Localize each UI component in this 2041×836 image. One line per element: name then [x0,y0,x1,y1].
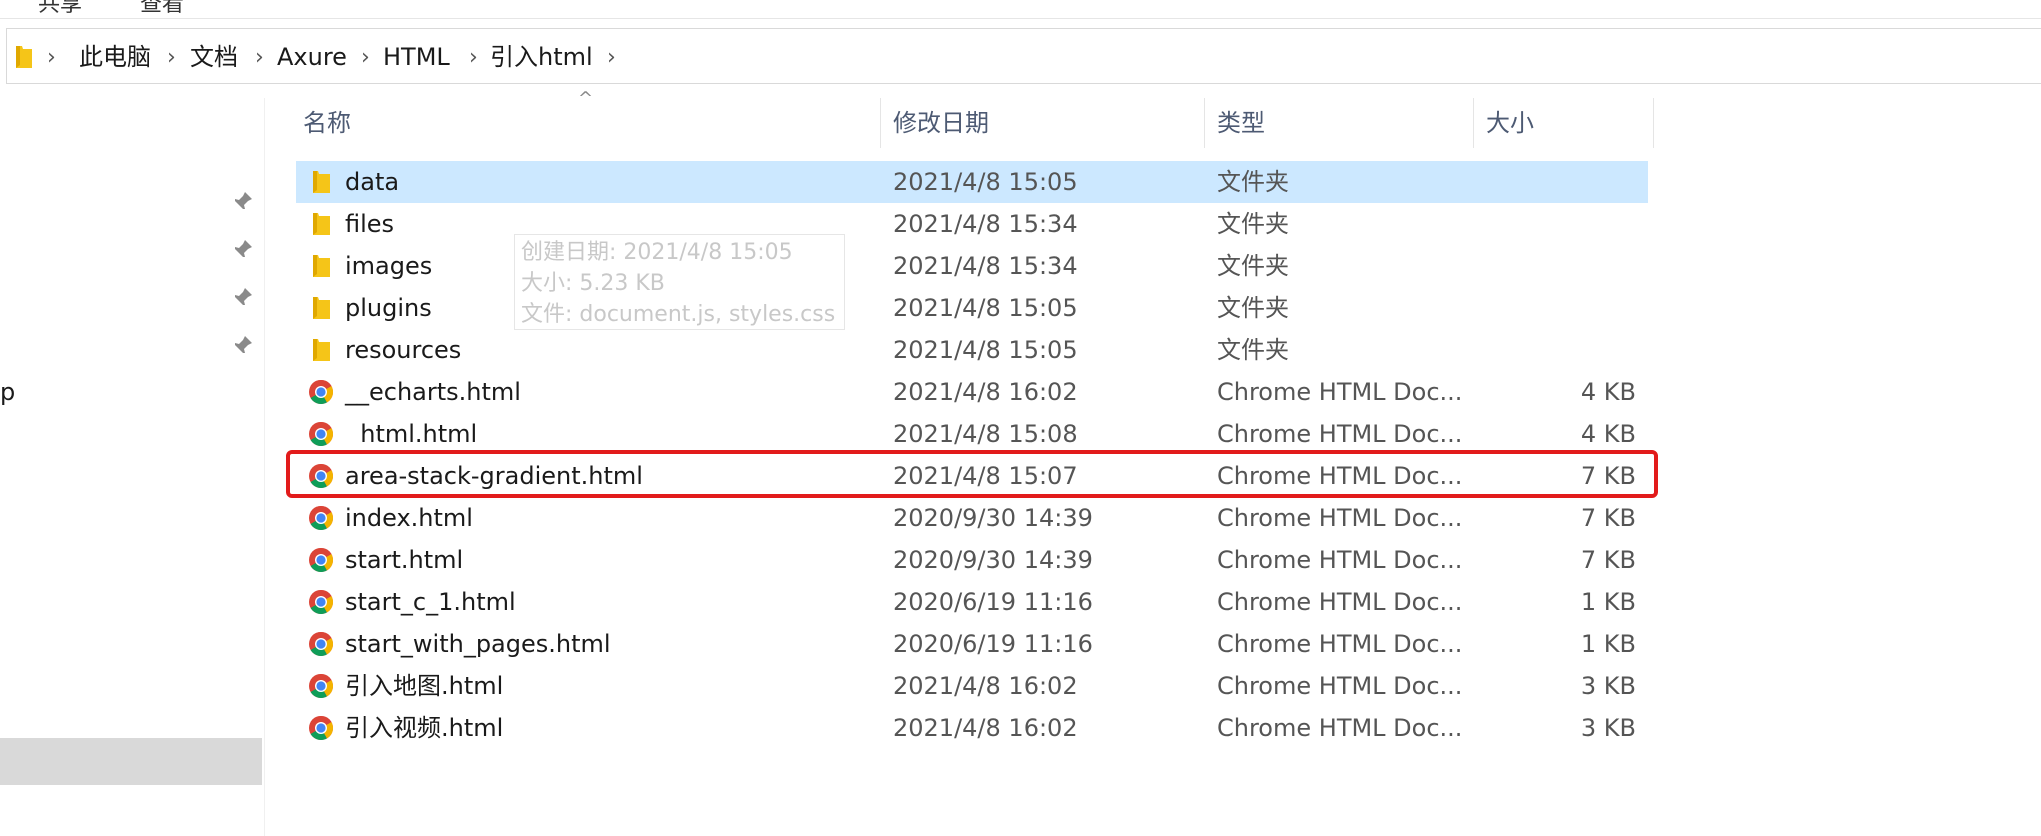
file-row[interactable]: images 2021/4/8 15:34 文件夹 [296,245,1648,287]
file-row[interactable]: start_with_pages.html 2020/6/19 11:16 Chro… [296,623,1648,665]
chrome-icon [308,463,334,489]
file-size: 7 KB [1580,546,1636,574]
file-modified-date: 2021/4/8 15:34 [893,210,1078,238]
file-modified-date: 2021/4/8 15:08 [893,420,1078,448]
file-modified-date: 2021/4/8 15:05 [893,336,1078,364]
file-type: 文件夹 [1217,168,1289,196]
file-row[interactable]: 引入视频.html 2021/4/8 16:02 Chrome HTML Doc..… [296,707,1648,749]
file-size: 4 KB [1580,420,1636,448]
file-name: plugins [345,294,432,322]
file-row[interactable]: start.html 2020/9/30 14:39 Chrome HTML Doc… [296,539,1648,581]
chrome-icon [308,547,334,573]
file-modified-date: 2021/4/8 15:05 [893,168,1078,196]
file-name: area-stack-gradient.html [345,462,643,490]
folder-icon [308,169,334,195]
file-type: Chrome HTML Doc... [1217,504,1463,532]
file-size: 3 KB [1580,714,1636,742]
file-row[interactable]: start_c_1.html 2020/6/19 11:16 Chrome HTML… [296,581,1648,623]
folder-icon [308,211,334,237]
file-modified-date: 2021/4/8 15:34 [893,252,1078,280]
file-name: 引入地图.html [345,672,504,700]
file-name: files [345,210,395,238]
file-type: Chrome HTML Doc... [1217,672,1463,700]
file-size: 7 KB [1580,462,1636,490]
file-type: Chrome HTML Doc... [1217,420,1463,448]
file-type: Chrome HTML Doc... [1217,714,1463,742]
file-row[interactable]: files 2021/4/8 15:34 文件夹 [296,203,1648,245]
file-type: 文件夹 [1217,252,1289,280]
chrome-icon [308,673,334,699]
file-row[interactable]: data 2021/4/8 15:05 文件夹 [296,161,1648,203]
file-row[interactable]: index.html 2020/9/30 14:39 Chrome HTML Doc… [296,497,1648,539]
file-modified-date: 2021/4/8 16:02 [893,672,1078,700]
file-type: Chrome HTML Doc... [1217,546,1463,574]
file-type: 文件夹 [1217,336,1289,364]
chrome-icon [308,505,334,531]
file-modified-date: 2021/4/8 16:02 [893,714,1078,742]
file-row[interactable]: plugins 2021/4/8 15:05 文件夹 [296,287,1648,329]
file-modified-date: 2020/9/30 14:39 [893,504,1093,532]
file-type: Chrome HTML Doc... [1217,588,1463,616]
file-modified-date: 2020/6/19 11:16 [893,588,1093,616]
tooltip-files: 文件: document.js, styles.css [521,302,836,327]
chrome-icon [308,379,334,405]
file-modified-date: 2020/9/30 14:39 [893,546,1093,574]
file-type: 文件夹 [1217,210,1289,238]
chrome-icon [308,589,334,615]
file-row[interactable]: html.html 2021/4/8 15:08 Chrome HTML Doc..… [296,413,1648,455]
folder-icon [308,337,334,363]
chrome-icon [308,631,334,657]
file-name: 引入视频.html [345,714,504,742]
chrome-icon [308,421,334,447]
tooltip-size: 大小: 5.23 KB [521,271,665,296]
file-name: images [345,252,433,280]
file-name: resources [345,336,462,364]
file-modified-date: 2021/4/8 15:05 [893,294,1078,322]
file-row[interactable]: __echarts.html 2021/4/8 16:02 Chrome HTML … [296,371,1648,413]
file-size: 1 KB [1580,630,1636,658]
file-name: start_with_pages.html [345,630,611,658]
file-name: index.html [345,504,473,532]
file-name: data [345,168,400,196]
file-modified-date: 2021/4/8 16:02 [893,378,1078,406]
file-list: data 2021/4/8 15:05 文件夹 files 2021/4/8 15:34… [0,0,2041,836]
file-name: start.html [345,546,464,574]
file-modified-date: 2021/4/8 15:07 [893,462,1078,490]
folder-icon [308,253,334,279]
file-size: 7 KB [1580,504,1636,532]
file-row[interactable]: resources 2021/4/8 15:05 文件夹 [296,329,1648,371]
tooltip-created: 创建日期: 2021/4/8 15:05 [521,240,793,265]
file-name: html.html [345,420,478,448]
file-row[interactable]: area-stack-gradient.html 2021/4/8 15:07 Ch… [296,455,1648,497]
file-type: Chrome HTML Doc... [1217,462,1463,490]
file-type: 文件夹 [1217,294,1289,322]
file-type: Chrome HTML Doc... [1217,630,1463,658]
folder-icon [308,295,334,321]
file-size: 4 KB [1580,378,1636,406]
file-name: start_c_1.html [345,588,516,616]
file-name: __echarts.html [345,378,521,406]
file-modified-date: 2020/6/19 11:16 [893,630,1093,658]
file-type: Chrome HTML Doc... [1217,378,1463,406]
file-size: 3 KB [1580,672,1636,700]
file-size: 1 KB [1580,588,1636,616]
folder-tooltip: 创建日期: 2021/4/8 15:05 大小: 5.23 KB 文件: doc… [514,234,845,330]
chrome-icon [308,715,334,741]
file-row[interactable]: 引入地图.html 2021/4/8 16:02 Chrome HTML Doc..… [296,665,1648,707]
